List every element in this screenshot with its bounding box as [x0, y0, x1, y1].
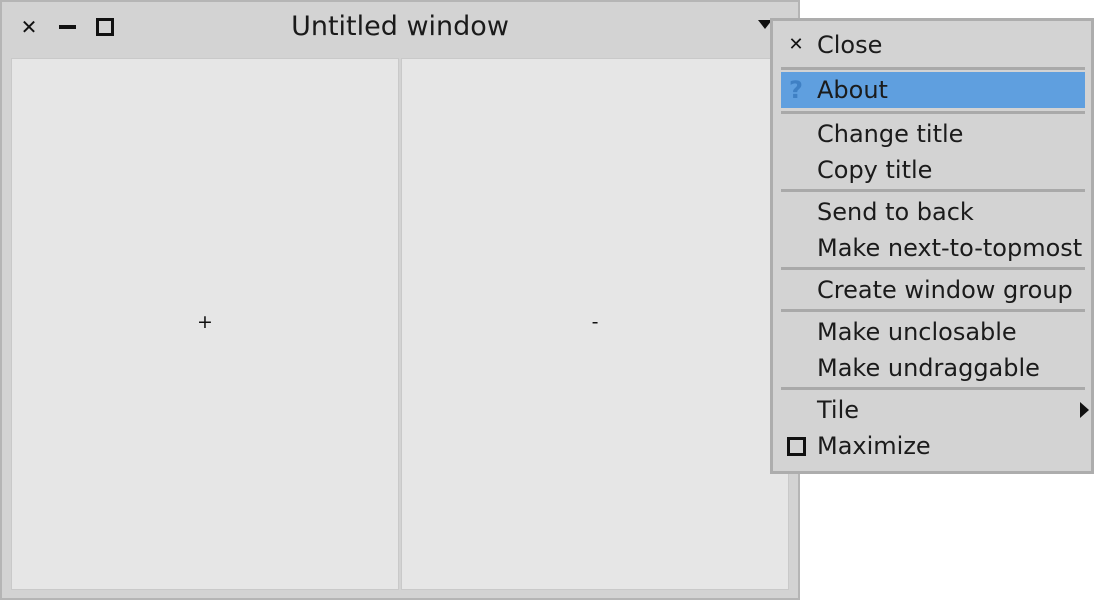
- menu-item-tile[interactable]: Tile: [781, 392, 1089, 428]
- title-bar[interactable]: ✕ Untitled window: [2, 2, 798, 56]
- menu-item-label: Make unclosable: [817, 318, 1017, 346]
- menu-item-make-unclosable[interactable]: Make unclosable: [781, 314, 1085, 350]
- menu-separator: [781, 189, 1085, 192]
- menu-item-label: Make undraggable: [817, 354, 1040, 382]
- submenu-arrow-icon: [1080, 402, 1089, 418]
- menu-item-copy-title[interactable]: Copy title: [781, 152, 1085, 188]
- window: ✕ Untitled window + -: [0, 0, 800, 600]
- window-context-menu: ✕ Close ? About Change title Copy title …: [770, 18, 1094, 474]
- menu-separator: [781, 267, 1085, 270]
- window-title: Untitled window: [291, 11, 509, 42]
- menu-item-label: Tile: [817, 396, 860, 424]
- menu-item-close[interactable]: ✕ Close: [781, 27, 1085, 63]
- menu-item-label: Close: [817, 31, 883, 59]
- menu-item-about[interactable]: ? About: [781, 72, 1085, 108]
- menu-item-label: Copy title: [817, 156, 933, 184]
- pane-label-minus: -: [591, 311, 599, 333]
- menu-separator: [781, 309, 1085, 312]
- menu-item-change-title[interactable]: Change title: [781, 116, 1085, 152]
- left-pane[interactable]: +: [11, 58, 399, 590]
- menu-item-label: Change title: [817, 120, 964, 148]
- menu-separator: [781, 387, 1085, 390]
- menu-item-label: Maximize: [817, 432, 931, 460]
- menu-item-label: About: [817, 76, 888, 104]
- menu-item-create-window-group[interactable]: Create window group: [781, 272, 1085, 308]
- menu-item-label: Send to back: [817, 198, 974, 226]
- menu-item-label: Create window group: [817, 276, 1073, 304]
- menu-item-send-to-back[interactable]: Send to back: [781, 194, 1085, 230]
- menu-separator: [781, 67, 1085, 70]
- menu-item-label: Make next-to-topmost: [817, 234, 1083, 262]
- right-pane[interactable]: -: [401, 58, 789, 590]
- help-icon: ?: [789, 76, 803, 104]
- pane-label-plus: +: [197, 311, 213, 333]
- menu-item-make-next-to-topmost[interactable]: Make next-to-topmost: [781, 230, 1085, 266]
- close-icon: ✕: [788, 34, 804, 55]
- menu-separator: [781, 111, 1085, 114]
- menu-item-make-undraggable[interactable]: Make undraggable: [781, 350, 1085, 386]
- maximize-icon: [781, 428, 811, 464]
- menu-item-maximize[interactable]: Maximize: [781, 428, 1085, 464]
